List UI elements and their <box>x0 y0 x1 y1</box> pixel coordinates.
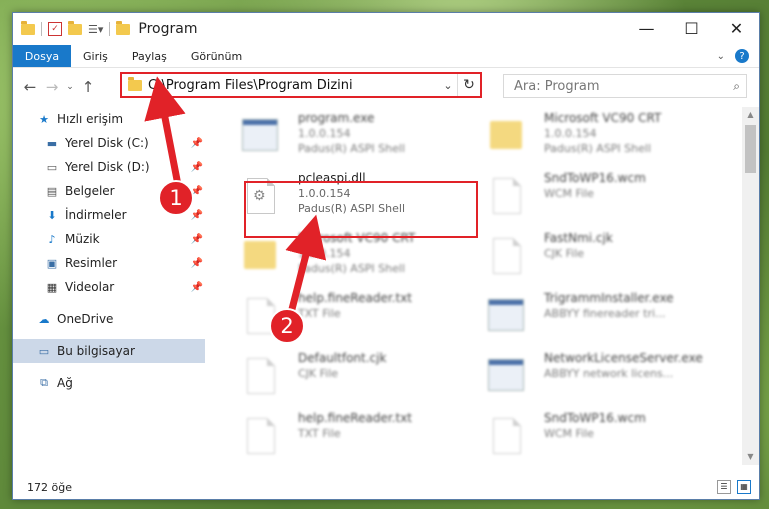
arrow-to-address <box>144 76 186 189</box>
step-badge-2: 2 <box>269 308 305 344</box>
arrow-to-file <box>285 214 327 317</box>
explorer-window: ✓ ☰▾ Program — ☐ ✕ Dosya Giriş Paylaş Gö… <box>12 12 760 500</box>
step-badge-1: 1 <box>158 180 194 216</box>
annotation-arrows <box>144 76 327 317</box>
